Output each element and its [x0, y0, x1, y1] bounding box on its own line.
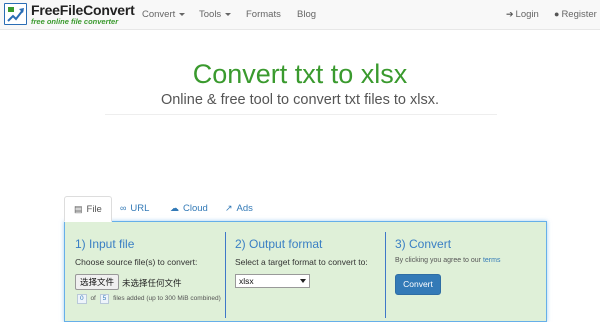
caret-down-icon [225, 12, 232, 16]
tab-ads[interactable]: ↗ Ads [225, 196, 253, 222]
terms-prefix: By clicking you agree to our [395, 257, 481, 264]
page-title: Convert txt to xlsx [192, 59, 408, 89]
tab-ads-label: Ads [236, 203, 253, 214]
terms-notice: By clicking you agree to our terms [395, 257, 500, 264]
column-divider [385, 232, 386, 318]
convert-panel: 1) Input file Choose source file(s) to c… [64, 221, 547, 322]
nav-blog-label: Blog [297, 9, 317, 20]
nav-tools[interactable]: Tools [199, 9, 232, 20]
column-divider [225, 232, 226, 318]
nav-register-label: Register [561, 9, 597, 20]
files-added-status: 0 of 5 files added (up to 300 MiB combin… [75, 294, 221, 304]
logo-icon [4, 3, 27, 25]
external-link-icon: ↗ [225, 203, 233, 213]
format-select[interactable]: xlsx [235, 274, 310, 288]
output-format-title: 2) Output format [235, 237, 323, 251]
files-count: 0 [77, 294, 87, 304]
tab-url-label: URL [130, 203, 150, 214]
convert-button[interactable]: Convert [395, 274, 441, 295]
convert-title: 3) Convert [395, 237, 452, 251]
caret-down-icon [179, 12, 186, 16]
nav-login-label: Login [515, 9, 539, 20]
page-subtitle: Online & free tool to convert txt files … [160, 92, 440, 108]
site-logo[interactable]: FreeFileConvert free online file convert… [4, 2, 135, 28]
nav-tools-label: Tools [199, 9, 222, 20]
input-file-title: 1) Input file [75, 237, 135, 251]
nav-login[interactable]: ➔ Login [506, 9, 539, 20]
nav-formats[interactable]: Formats [246, 9, 281, 20]
navbar: FreeFileConvert free online file convert… [0, 0, 600, 30]
login-icon: ➔ [506, 9, 514, 19]
link-icon: ∞ [120, 203, 127, 213]
input-instruction: Choose source file(s) to convert: [75, 257, 198, 267]
format-select-value: xlsx [239, 276, 254, 286]
files-added-text: files added (up to 300 MiB combined) [113, 295, 221, 302]
no-file-label: 未选择任何文件 [122, 278, 182, 288]
choose-file-button[interactable]: 选择文件 [75, 274, 120, 290]
terms-link[interactable]: terms [483, 257, 501, 264]
dropdown-arrow-icon [300, 279, 306, 283]
nav-blog[interactable]: Blog [297, 9, 316, 20]
files-max: 5 [99, 294, 110, 304]
tab-cloud[interactable]: ☁ Cloud [170, 196, 208, 222]
user-icon: ● [554, 9, 560, 19]
nav-convert[interactable]: Convert [142, 9, 186, 20]
logo-tagline: free online file converter [31, 17, 119, 26]
divider [105, 114, 497, 115]
tab-url[interactable]: ∞ URL [120, 196, 149, 222]
monitor-icon: ▤ [74, 204, 83, 214]
files-of-label: of [90, 295, 96, 302]
tab-file-label: File [86, 204, 102, 215]
nav-formats-label: Formats [246, 9, 281, 20]
output-instruction: Select a target format to convert to: [235, 257, 368, 267]
nav-convert-label: Convert [142, 9, 176, 20]
tab-cloud-label: Cloud [183, 203, 208, 214]
logo-title: FreeFileConvert [31, 2, 135, 18]
nav-register[interactable]: ● Register [554, 9, 597, 20]
tab-file[interactable]: ▤ File [64, 196, 112, 222]
cloud-icon: ☁ [170, 203, 179, 213]
